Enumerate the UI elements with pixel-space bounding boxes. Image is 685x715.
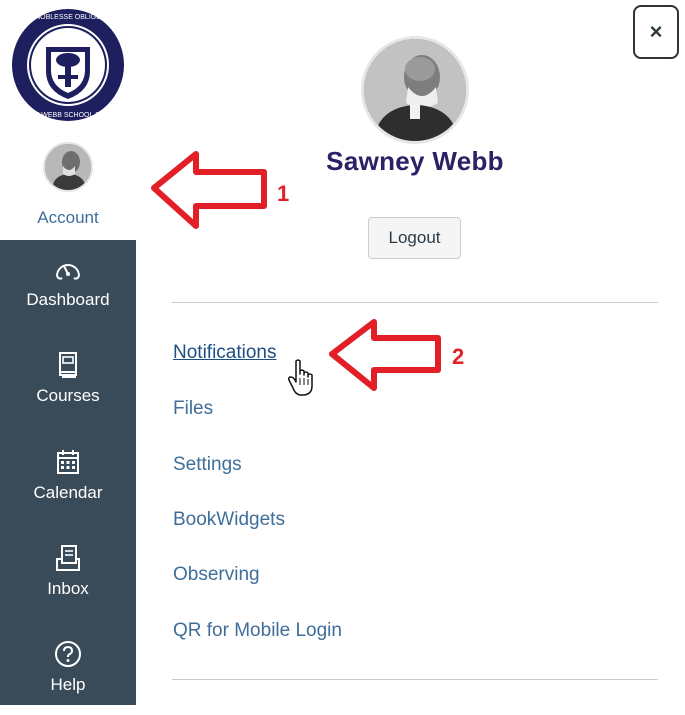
nav-item-calendar[interactable]: Calendar [0,433,136,523]
nav-item-inbox[interactable]: Inbox [0,529,136,619]
link-files[interactable]: Files [173,398,213,420]
close-tray-button[interactable]: × [633,5,679,59]
global-nav: Dashboard Courses Calendar Inbox Help [0,240,136,705]
close-icon: × [649,19,663,44]
inbox-icon [56,545,80,571]
calendar-icon [57,450,79,474]
logout-button[interactable]: Logout [368,217,461,259]
account-label: Account [37,208,99,227]
courses-icon [59,352,77,378]
school-seal-icon: NOBLESSE OBLIGE THE WEBB SCHOOL 1920 [12,9,124,121]
school-logo[interactable]: NOBLESSE OBLIGE THE WEBB SCHOOL 1920 [0,0,136,130]
nav-label: Dashboard [26,290,110,309]
link-settings[interactable]: Settings [173,454,242,476]
nav-item-dashboard[interactable]: Dashboard [0,240,136,330]
nav-label: Calendar [33,483,103,502]
hand-cursor-icon [288,359,313,396]
svg-text:THE WEBB SCHOOL 1920: THE WEBB SCHOOL 1920 [25,112,110,119]
annotation-number-1: 1 [277,181,290,206]
nav-label: Help [50,675,86,694]
annotation-arrow-1-icon [151,151,267,229]
link-qr-mobile-login[interactable]: QR for Mobile Login [173,620,342,642]
link-bookwidgets[interactable]: BookWidgets [173,509,285,531]
svg-text:NOBLESSE OBLIGE: NOBLESSE OBLIGE [35,14,101,21]
nav-item-account[interactable]: Account [0,130,136,240]
nav-item-help[interactable]: Help [0,625,136,715]
account-avatar [43,142,93,192]
dashboard-icon [56,264,80,280]
annotation-arrow-2-icon [329,319,441,391]
link-notifications[interactable]: Notifications [173,342,277,364]
help-icon [55,641,81,667]
nav-label: Courses [36,386,100,405]
link-observing[interactable]: Observing [173,564,260,586]
user-name: Sawney Webb [326,146,504,176]
divider [172,679,658,680]
annotation-number-2: 2 [452,344,465,369]
nav-item-courses[interactable]: Courses [0,336,136,426]
nav-label: Inbox [47,579,89,598]
user-avatar [361,36,469,144]
divider [172,302,658,303]
